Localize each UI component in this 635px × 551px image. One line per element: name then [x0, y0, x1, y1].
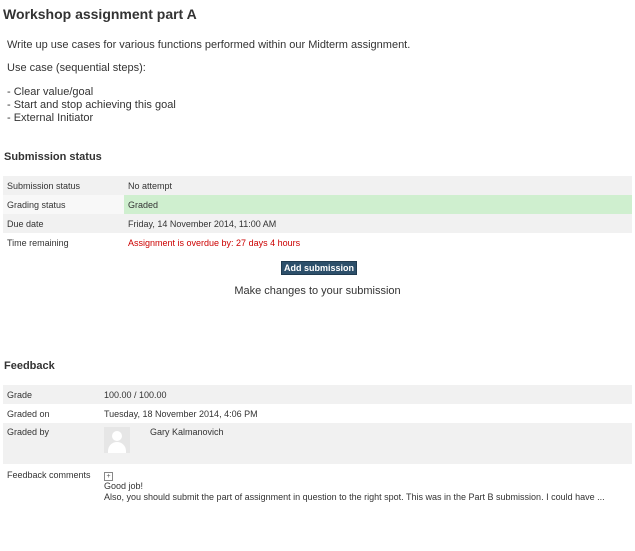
- feedback-table: Grade 100.00 / 100.00 Graded on Tuesday,…: [3, 385, 632, 516]
- table-row: Graded on Tuesday, 18 November 2014, 4:0…: [3, 404, 632, 423]
- time-remaining-value: Assignment is overdue by: 27 days 4 hour…: [128, 237, 301, 248]
- row-label: Graded on: [7, 408, 50, 419]
- submission-status-table: Submission status No attempt Grading sta…: [3, 176, 632, 252]
- intro-bullet: - Clear value/goal: [7, 86, 94, 98]
- grader-name[interactable]: Gary Kalmanovich: [150, 427, 224, 437]
- table-row: Grading status Graded: [3, 195, 632, 214]
- grade-value: 100.00 / 100.00: [104, 389, 167, 400]
- row-label: Time remaining: [7, 237, 69, 248]
- feedback-comments-cell: + Good job! Also, you should submit the …: [100, 464, 632, 516]
- row-value: No attempt: [128, 180, 173, 191]
- intro-line: Use case (sequential steps):: [7, 62, 146, 74]
- table-row: Submission status No attempt: [3, 176, 632, 195]
- row-label: Graded by: [7, 427, 50, 437]
- page-title: Workshop assignment part A: [3, 6, 197, 22]
- graded-on-value: Tuesday, 18 November 2014, 4:06 PM: [104, 408, 258, 419]
- make-changes-text: Make changes to your submission: [234, 285, 401, 297]
- intro-bullet: - Start and stop achieving this goal: [7, 99, 176, 111]
- intro-line: Write up use cases for various functions…: [7, 39, 411, 51]
- comment-text: Good job!: [104, 481, 144, 491]
- plus-box-icon[interactable]: +: [104, 472, 113, 481]
- row-label: Due date: [7, 218, 44, 229]
- feedback-heading: Feedback: [4, 360, 55, 372]
- table-row: Feedback comments + Good job! Also, you …: [3, 464, 632, 516]
- row-label: Grading status: [3, 195, 124, 214]
- comment-text: Also, you should submit the part of assi…: [104, 492, 605, 502]
- table-row: Graded by Gary Kalmanovich: [3, 423, 632, 464]
- add-submission-button[interactable]: Add submission: [281, 261, 358, 275]
- intro-bullet: - External Initiator: [7, 112, 94, 124]
- table-row: Due date Friday, 14 November 2014, 11:00…: [3, 214, 632, 233]
- row-label: Feedback comments: [7, 470, 91, 480]
- row-label: Grade: [7, 389, 33, 400]
- due-date-value: Friday, 14 November 2014, 11:00 AM: [128, 218, 277, 229]
- row-label: Submission status: [7, 180, 81, 191]
- grading-status-value: Graded: [124, 195, 632, 214]
- table-row: Time remaining Assignment is overdue by:…: [3, 233, 632, 252]
- assignment-description: Write up use cases for various functions…: [7, 39, 410, 125]
- submission-status-heading: Submission status: [4, 151, 102, 163]
- table-row: Grade 100.00 / 100.00: [3, 385, 632, 404]
- user-avatar-icon[interactable]: [104, 427, 130, 453]
- grader-cell: Gary Kalmanovich: [100, 423, 632, 464]
